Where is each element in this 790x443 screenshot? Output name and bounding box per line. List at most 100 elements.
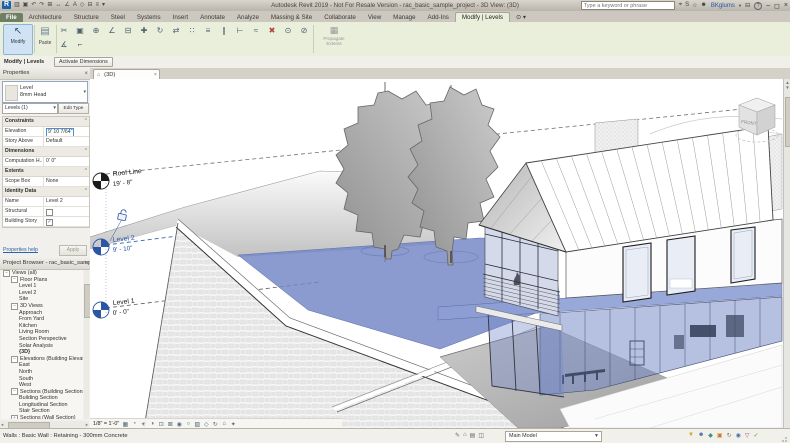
design-option-select[interactable]: Main Model ▼ xyxy=(505,431,602,442)
tree-item-north[interactable]: North xyxy=(1,369,83,376)
tree-item-floor-plans[interactable]: −Floor Plans xyxy=(1,277,83,284)
tree-item-east[interactable]: East xyxy=(1,362,83,369)
tree-item-elevations-building-elevation[interactable]: −Elevations (Building Elevation) xyxy=(1,356,83,363)
join-icon[interactable]: ⊕ xyxy=(90,25,102,37)
tree-expander-icon[interactable]: − xyxy=(3,270,10,277)
section-icon[interactable]: ⊟ xyxy=(87,1,92,9)
split-icon[interactable]: ∥ xyxy=(218,25,230,37)
background-process-icon[interactable]: ✓ xyxy=(753,432,758,439)
worksharing-display-icon[interactable]: ◇ xyxy=(202,421,210,428)
print-icon[interactable]: ⊞ xyxy=(47,1,52,9)
select-underlay-icon[interactable]: ▣ xyxy=(717,432,723,439)
editable-only-icon[interactable]: ✎ xyxy=(455,432,460,439)
value-edit-field[interactable]: 9' 10 7/64" xyxy=(46,128,74,137)
text-icon[interactable]: A xyxy=(73,1,77,9)
ribbon-tab-analyze[interactable]: Analyze xyxy=(231,13,265,22)
delete-icon[interactable]: ✖ xyxy=(266,25,278,37)
mirror-icon[interactable]: ⇄ xyxy=(170,25,182,37)
trim-icon[interactable]: ⊢ xyxy=(234,25,246,37)
property-value[interactable]: ✓ xyxy=(43,217,89,226)
collapse-icon[interactable]: ^ xyxy=(85,187,87,196)
tree-item-3d-views[interactable]: −3D Views xyxy=(1,303,83,310)
open-icon[interactable]: ▥ xyxy=(14,1,20,9)
checkbox-structural[interactable] xyxy=(46,209,53,216)
measure-icon[interactable]: ↔ xyxy=(55,1,61,9)
help-search-input[interactable] xyxy=(581,1,675,10)
tree-item-solar-analysis[interactable]: Solar Analysis xyxy=(1,343,83,350)
user-name[interactable]: BKglums xyxy=(711,3,735,9)
temporary-view-properties-icon[interactable]: ↻ xyxy=(211,421,219,428)
tree-expander-icon[interactable]: − xyxy=(11,276,18,283)
select-links-icon[interactable]: ◆ xyxy=(708,432,713,439)
tree-expander-icon[interactable]: + xyxy=(11,415,18,419)
restore-button[interactable]: ◻ xyxy=(774,2,780,10)
edit-type-button[interactable]: Edit Type xyxy=(58,103,89,114)
property-section-extents[interactable]: Extents^ xyxy=(3,167,89,177)
collapse-icon[interactable]: ^ xyxy=(85,147,87,156)
drawing-area[interactable]: FRONT Roof Line 19' - 8" Level 2 9' - 10… xyxy=(90,79,783,428)
ribbon-tab-massing-site[interactable]: Massing & Site xyxy=(265,13,318,22)
property-value[interactable]: None xyxy=(43,177,89,186)
property-section-identity-data[interactable]: Identity Data^ xyxy=(3,187,89,197)
scale-icon[interactable]: ⌐ xyxy=(74,39,86,51)
drag-on-selection-icon[interactable]: ▽ xyxy=(745,432,750,439)
minimize-button[interactable]: – xyxy=(766,2,770,9)
analytical-model-icon[interactable]: ⌂ xyxy=(220,421,228,428)
properties-help-link[interactable]: Properties help xyxy=(3,247,38,253)
reveal-hidden-elements-icon[interactable]: ▧ xyxy=(193,421,201,428)
ribbon-tab-systems[interactable]: Systems xyxy=(131,13,167,22)
tree-item-approach[interactable]: Approach xyxy=(1,310,83,317)
tree-item-level-2[interactable]: Level 2 xyxy=(1,290,83,297)
ribbon-tab-steel[interactable]: Steel xyxy=(105,13,131,22)
cut-icon[interactable]: ✂ xyxy=(58,25,70,37)
rotate-icon[interactable]: ↻ xyxy=(154,25,166,37)
detail-level-icon[interactable]: ▦ xyxy=(121,421,129,428)
ribbon-tab-modify-levels[interactable]: Modify | Levels xyxy=(455,12,510,22)
toolbar-options-icon[interactable]: ▾ xyxy=(102,1,105,9)
activate-dimensions-button[interactable]: Activate Dimensions xyxy=(54,57,113,67)
cart-icon[interactable]: ⊟ xyxy=(745,2,750,9)
close-button[interactable]: × xyxy=(784,2,788,9)
tree-item-kitchen[interactable]: Kitchen xyxy=(1,323,83,330)
tree-expander-icon[interactable]: − xyxy=(11,356,18,363)
ribbon-tab-structure[interactable]: Structure xyxy=(68,13,105,22)
ribbon-tab-view[interactable]: View xyxy=(362,13,387,22)
design-options-icon[interactable]: ▤ xyxy=(470,432,476,439)
ribbon-tab-manage[interactable]: Manage xyxy=(387,13,421,22)
user-dropdown-icon[interactable]: ▾ xyxy=(739,3,741,9)
element-filter-select[interactable]: Levels (1) ▾ xyxy=(2,103,58,114)
scale-button[interactable]: 1/8" = 1'-0" xyxy=(93,421,119,427)
tree-item-sections-wall-section[interactable]: +Sections (Wall Section) xyxy=(1,415,83,419)
resize-grip[interactable] xyxy=(781,435,789,443)
tree-item-living-room[interactable]: Living Room xyxy=(1,329,83,336)
align-icon[interactable]: ≡ xyxy=(202,25,214,37)
paste-button[interactable]: ▤ Paste xyxy=(36,24,54,53)
revit-logo-icon[interactable]: R xyxy=(2,1,11,9)
cut-geometry-icon[interactable]: ⊟ xyxy=(122,25,134,37)
tree-expander-icon[interactable]: − xyxy=(11,303,18,310)
property-value[interactable]: 0' 0" xyxy=(43,157,89,166)
property-section-dimensions[interactable]: Dimensions^ xyxy=(3,147,89,157)
visual-style-icon[interactable]: ◔ xyxy=(130,421,138,428)
browser-vertical-scrollbar[interactable] xyxy=(84,270,89,419)
tree-item-section-perspective[interactable]: Section Perspective xyxy=(1,336,83,343)
collapse-icon[interactable]: ^ xyxy=(85,167,87,176)
level-marker-level-1[interactable]: Level 1 0' - 0" xyxy=(93,298,135,318)
tree-item-building-section[interactable]: Building Section xyxy=(1,395,83,402)
scroll-down-icon[interactable]: ▼ xyxy=(784,85,790,90)
type-selector[interactable]: Level 8mm Head ▾ xyxy=(2,81,88,103)
save-icon[interactable]: ▣ xyxy=(23,1,29,9)
apply-button[interactable]: Apply xyxy=(59,245,87,256)
locked-3d-view-icon[interactable]: ◉ xyxy=(175,421,183,428)
propagate-extents-button[interactable]: ▦ Propagate Extents xyxy=(316,24,352,53)
undo-icon[interactable]: ↶ xyxy=(31,1,36,9)
favorites-icon[interactable]: ☆ xyxy=(692,2,697,9)
tree-item-south[interactable]: South xyxy=(1,376,83,383)
properties-close-icon[interactable]: × xyxy=(84,69,88,80)
measure-between-icon[interactable]: ∡ xyxy=(58,39,70,51)
tree-expander-icon[interactable]: − xyxy=(11,388,18,395)
ribbon-tab-collaborate[interactable]: Collaborate xyxy=(318,13,362,22)
cope-icon[interactable]: ∠ xyxy=(106,25,118,37)
help-icon[interactable]: ? xyxy=(754,2,762,10)
ribbon-display-toggle-icon[interactable]: ⊙ ▾ xyxy=(510,13,532,22)
